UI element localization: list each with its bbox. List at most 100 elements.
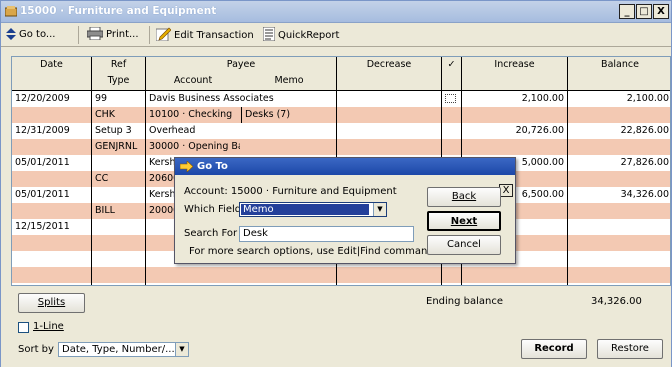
dialog-title-bar: Go To [175,158,515,175]
col-account: Account [173,75,213,86]
col-cleared: ✓ [447,59,456,70]
table-row-detail[interactable]: GENJRNL 30000 · Opening Bal Server - Purc… [12,139,670,155]
register-icon [5,6,17,17]
row-balance: 2,100.00 [626,93,669,104]
one-line-checkbox[interactable] [18,322,29,333]
next-label: Next [450,216,478,227]
toolbar-separator [149,26,150,44]
splits-button[interactable]: Splits [18,293,85,313]
report-icon [262,26,276,42]
register-footer: Splits Ending balance 34,326.00 1-Line S… [1,287,671,367]
edit-icon [155,27,172,42]
col-increase: Increase [494,59,535,70]
register-window: 15000 · Furniture and Equipment _ □ X Go… [0,0,672,367]
table-row[interactable]: 12/20/2009 99 Davis Business Associates 2,1… [12,91,670,107]
empty-row[interactable] [12,267,670,283]
memo-divider [241,107,242,123]
back-button[interactable]: Back [427,187,501,207]
print-button[interactable]: Print... [86,26,139,43]
row-type: BILL [95,205,115,216]
which-field-select[interactable]: Memo ▼ [239,202,387,217]
col-date: Date [40,59,63,70]
row-type: CHK [95,109,116,120]
cancel-label: Cancel [447,239,481,250]
sort-by-select[interactable]: Date, Type, Number/... ▼ [58,342,189,357]
row-type: GENJRNL [95,141,138,152]
goto-arrow-icon [180,161,193,172]
next-button[interactable]: Next [427,211,501,231]
row-account: 10100 · Checking [149,109,233,120]
which-field-value: Memo [241,204,369,215]
close-button[interactable]: X [653,4,669,19]
col-type: Type [107,75,130,86]
one-line-label: 1-Line [33,321,64,332]
maximize-button[interactable]: □ [636,4,652,19]
row-memo [242,139,336,155]
row-date: 05/01/2011 [15,189,70,200]
search-for-label: Search For [184,228,238,239]
ending-balance-value: 34,326.00 [591,296,642,307]
col-memo: Memo [274,75,304,86]
row-increase: 2,100.00 [521,93,564,104]
quickreport-button[interactable]: QuickReport [262,26,340,43]
goto-dialog: Go To X Account: 15000 · Furniture and E… [174,157,516,264]
row-date: 12/15/2011 [15,221,70,232]
row-ref: Setup 3 [95,125,132,136]
row-ref [92,187,145,203]
toolbar: Go to... Print... Edit Transaction Quick… [1,23,671,47]
cancel-button[interactable]: Cancel [427,235,501,255]
record-button[interactable]: Record [521,339,587,359]
restore-button[interactable]: Restore [597,339,663,359]
which-field-label: Which Field [184,204,242,215]
up-down-arrow-icon [6,28,16,40]
sort-by-value: Date, Type, Number/... [62,344,175,355]
toolbar-separator [78,26,79,44]
col-decrease: Decrease [366,59,412,70]
row-balance [568,219,670,235]
goto-button[interactable]: Go to... [6,27,55,43]
row-type [92,235,145,251]
back-label: Back [451,191,477,202]
minimize-button[interactable]: _ [619,4,635,19]
row-payee: Davis Business Associates [149,93,274,104]
row-date: 12/31/2009 [15,125,70,136]
dialog-close-button[interactable]: X [499,184,513,197]
edit-transaction-label: Edit Transaction [174,30,254,41]
grid-line [567,57,568,285]
goto-label: Go to... [19,29,56,40]
row-ref: 99 [95,93,108,104]
chevron-down-icon: ▼ [175,343,188,356]
cleared-checkbox[interactable] [445,94,456,103]
table-row[interactable]: 12/31/2009 Setup 3 Overhead 20,726.00 22,826… [12,123,670,139]
row-account: 30000 · Opening Bal Server - Purchased [149,141,240,152]
row-date: 12/20/2009 [15,93,70,104]
ending-balance-label: Ending balance [426,296,504,307]
table-header: Date Ref Type Payee Account Memo Decreas… [12,57,670,90]
row-increase: 20,726.00 [515,125,564,136]
dialog-title: Go To [197,161,228,172]
dialog-account-line: Account: 15000 · Furniture and Equipment [184,186,397,197]
sort-by-label: Sort by [18,344,54,355]
table-row-detail[interactable]: CHK 10100 · Checking Desks (7) [12,107,670,123]
window-title: 15000 · Furniture and Equipment [20,5,217,17]
edit-transaction-button[interactable]: Edit Transaction [155,27,254,43]
row-balance: 22,826.00 [620,125,669,136]
col-balance: Balance [601,59,639,70]
print-label: Print... [106,29,139,40]
row-balance: 34,326.00 [620,189,669,200]
row-decrease [337,91,441,107]
restore-label: Restore [611,343,649,354]
row-ref [92,155,145,171]
empty-row[interactable] [12,283,670,285]
title-bar: 15000 · Furniture and Equipment _ □ X [1,1,671,23]
search-for-input[interactable]: Desk [239,226,414,242]
quickreport-label: QuickReport [278,30,340,41]
row-type: CC [95,173,109,184]
chevron-down-icon: ▼ [373,203,386,216]
row-decrease [337,123,441,139]
row-date: 05/01/2011 [15,157,70,168]
grid-line [91,57,92,285]
record-label: Record [534,343,574,354]
row-ref [92,219,145,235]
dialog-hint: For more search options, use Edit|Find c… [189,246,437,257]
